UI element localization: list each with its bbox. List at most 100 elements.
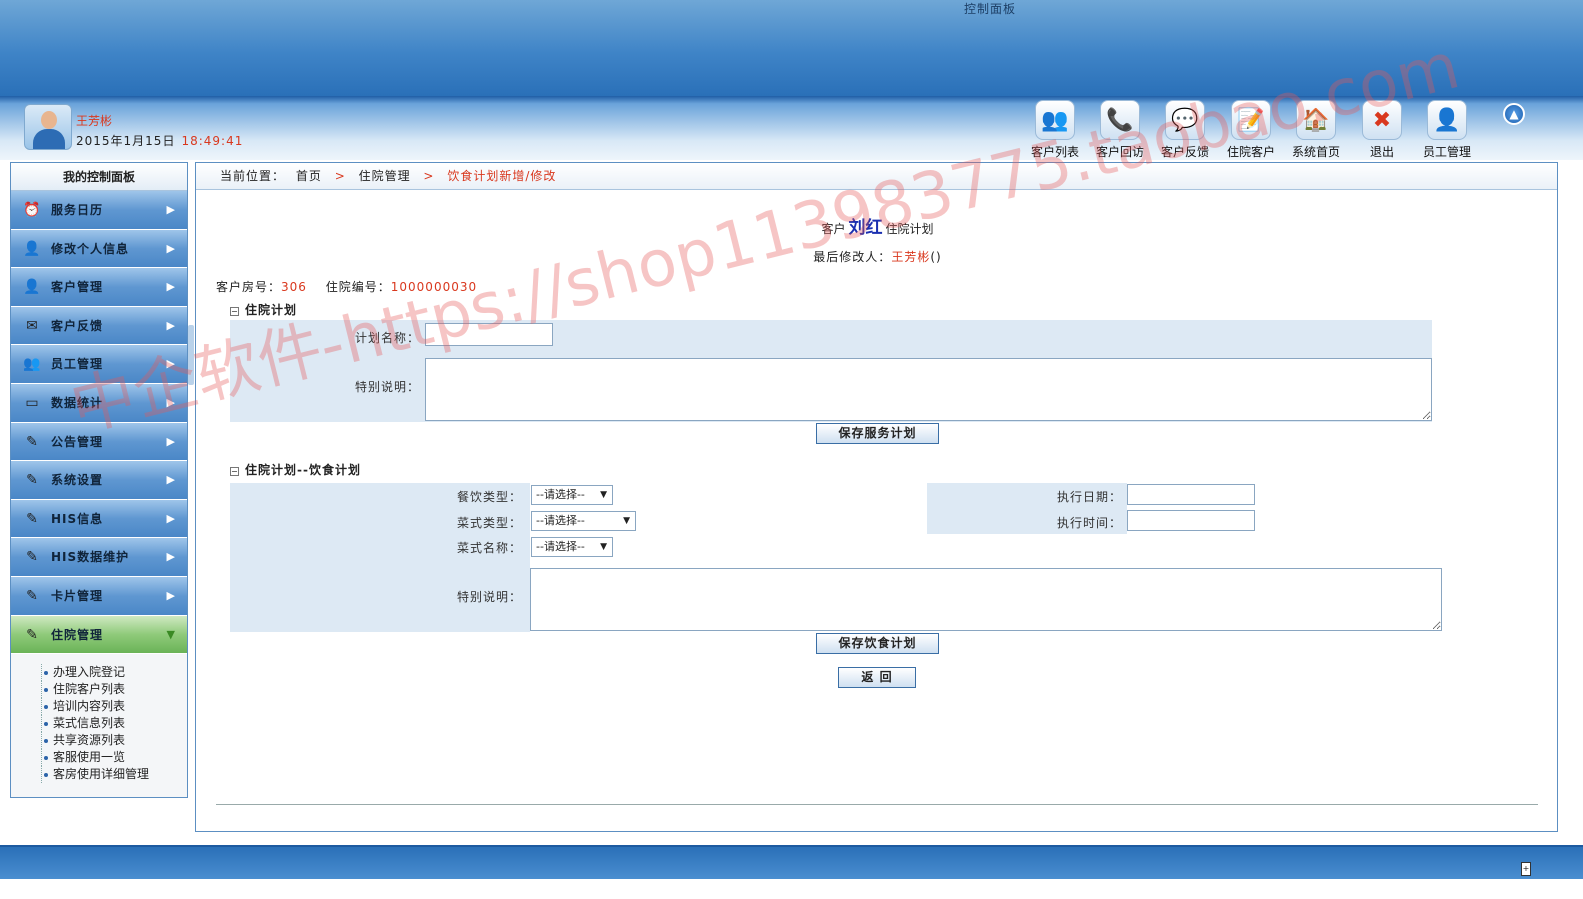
sidebar-item-label: 服务日历: [51, 203, 104, 217]
toolbar-exit-button[interactable]: ✖ 退出: [1350, 100, 1414, 160]
page-title: 客户 刘红 住院计划: [196, 213, 1559, 238]
collapse-icon: −: [230, 307, 239, 316]
banner-title: 控制面板: [963, 2, 1016, 16]
divider: [216, 804, 1538, 805]
toolbar-label: 客户反馈: [1160, 145, 1209, 159]
exec-time-input[interactable]: [1127, 510, 1255, 531]
diet-note-textarea[interactable]: [530, 568, 1442, 631]
exec-time-label: 执行时间：: [1056, 516, 1122, 530]
sidebar-item-customer-management[interactable]: 👤 客户管理 ▶: [11, 268, 187, 307]
sidebar-item-customer-feedback[interactable]: ✉ 客户反馈 ▶: [11, 306, 187, 346]
dish-type-select[interactable]: --请选择-- ▼: [531, 511, 636, 531]
plan-section-header[interactable]: − 住院计划: [230, 301, 297, 318]
inpatient-icon: 📝: [1231, 100, 1271, 140]
toolbar-inpatient-button[interactable]: 📝 住院客户: [1219, 100, 1283, 160]
room-number: 306: [281, 280, 307, 294]
sidebar-item-label: 数据统计: [51, 395, 104, 410]
plan-name-label: 计划名称：: [354, 331, 420, 345]
chevron-right-icon: ▶: [166, 280, 175, 294]
dish-type-label: 菜式类型：: [456, 516, 522, 530]
submenu-item-service-usage[interactable]: 客服使用一览: [41, 749, 187, 767]
sidebar-item-his-maintenance[interactable]: ✎ HIS数据维护 ▶: [11, 538, 187, 577]
toolbar-feedback-button[interactable]: 💬 客户反馈: [1153, 100, 1217, 160]
toolbar-home-button[interactable]: 🏠 系统首页: [1284, 100, 1348, 160]
breadcrumb-section[interactable]: 住院管理: [359, 169, 411, 183]
submenu-item-inpatient-list[interactable]: 住院客户列表: [41, 681, 187, 699]
sidebar-item-label: 系统设置: [51, 473, 104, 488]
sidebar-item-notice-management[interactable]: ✎ 公告管理 ▶: [11, 422, 187, 462]
toolbar-staff-button[interactable]: 👤 员工管理: [1415, 100, 1479, 160]
feedback-icon: ✉: [26, 317, 38, 334]
sidebar-item-edit-profile[interactable]: 👤 修改个人信息 ▶: [11, 229, 187, 269]
meal-type-select[interactable]: --请选择-- ▼: [531, 485, 613, 505]
title-prefix: 客户: [821, 222, 846, 236]
settings-icon: ✎: [26, 472, 38, 489]
breadcrumb-separator: >: [423, 169, 435, 183]
dish-name-label: 菜式名称：: [456, 541, 522, 555]
footer-bar: [0, 845, 1583, 879]
feedback-icon: 💬: [1165, 100, 1205, 140]
notice-icon: ✎: [26, 433, 38, 450]
sidebar-item-hospital-management[interactable]: ✎ 住院管理 ▼: [11, 615, 187, 655]
toolbar-label: 员工管理: [1422, 145, 1471, 159]
toolbar-customer-list-button[interactable]: 👥 客户列表: [1023, 100, 1087, 160]
user-edit-icon: 👤: [23, 240, 41, 257]
submenu-item-training-list[interactable]: 培训内容列表: [41, 698, 187, 716]
exec-date-input[interactable]: [1127, 484, 1255, 505]
title-suffix: 住院计划: [885, 222, 934, 236]
staff-icon: 👥: [23, 356, 41, 373]
toolbar-label: 客户回访: [1095, 145, 1144, 159]
sidebar: 我的控制面板 ⏰ 服务日历 ▶ 👤 修改个人信息 ▶ 👤 客户管理 ▶ ✉ 客户反馈 ▶ 👥 员工…: [10, 162, 188, 798]
chevron-right-icon: ▶: [166, 203, 175, 216]
dish-type-value: --请选择--: [536, 514, 585, 527]
chevron-right-icon: ▶: [166, 241, 175, 255]
customer-icon: 👤: [23, 279, 41, 296]
submenu-item-dish-list[interactable]: 菜式信息列表: [41, 715, 187, 733]
back-button[interactable]: 返 回: [838, 667, 916, 688]
chevron-right-icon: ▶: [166, 357, 175, 371]
plan-section-title: 住院计划: [245, 303, 298, 317]
revisit-icon: 📞: [1100, 100, 1140, 140]
save-diet-plan-button[interactable]: 保存饮食计划: [816, 633, 939, 654]
chevron-down-icon: ▼: [623, 516, 630, 526]
chevron-right-icon: ▶: [166, 434, 175, 448]
customer-name: 刘红: [848, 218, 883, 238]
toolbar-label: 住院客户: [1226, 145, 1275, 159]
save-service-plan-button[interactable]: 保存服务计划: [816, 423, 939, 444]
dish-name-select[interactable]: --请选择-- ▼: [531, 537, 613, 557]
sidebar-item-service-calendar[interactable]: ⏰ 服务日历 ▶: [11, 191, 187, 230]
toolbar-label: 客户列表: [1030, 145, 1079, 159]
his-maintain-icon: ✎: [26, 549, 38, 566]
room-info: 客户房号：306 住院编号：1000000030: [216, 278, 477, 295]
sidebar-item-label: 住院管理: [51, 627, 104, 642]
collapse-icon: −: [230, 467, 239, 476]
sidebar-item-label: 修改个人信息: [51, 241, 130, 256]
sidebar-item-staff-management[interactable]: 👥 员工管理 ▶: [11, 345, 187, 384]
plan-name-input[interactable]: [425, 323, 553, 346]
sidebar-item-his-info[interactable]: ✎ HIS信息 ▶: [11, 499, 187, 539]
resize-icon[interactable]: +: [1521, 862, 1531, 876]
user-name: 王芳彬: [76, 114, 113, 128]
sidebar-item-label: 客户管理: [51, 280, 104, 295]
breadcrumb-home[interactable]: 首页: [296, 169, 322, 183]
diet-section-header[interactable]: − 住院计划--饮食计划: [230, 461, 361, 478]
submenu-item-room-usage[interactable]: 客房使用详细管理: [41, 766, 187, 784]
plan-note-label: 特别说明：: [354, 380, 420, 394]
breadcrumb-separator: >: [334, 169, 346, 183]
chevron-right-icon: ▶: [166, 511, 175, 525]
sidebar-item-statistics[interactable]: ▭ 数据统计 ▶: [11, 383, 187, 423]
sidebar-splitter[interactable]: [188, 325, 194, 385]
diet-form-panel-left: [230, 483, 530, 632]
sidebar-item-label: 卡片管理: [51, 588, 104, 603]
sidebar-item-card-management[interactable]: ✎ 卡片管理 ▶: [11, 576, 187, 616]
staff-icon: 👤: [1427, 100, 1467, 140]
clock-icon: ⏰: [23, 202, 41, 218]
submenu-item-shared-resources[interactable]: 共享资源列表: [41, 732, 187, 750]
scroll-up-icon[interactable]: ▲: [1503, 103, 1525, 125]
sidebar-item-system-settings[interactable]: ✎ 系统设置 ▶: [11, 461, 187, 500]
hospital-icon: ✎: [26, 626, 38, 643]
toolbar-revisit-button[interactable]: 📞 客户回访: [1088, 100, 1152, 160]
modifier-suffix: (): [930, 250, 942, 264]
submenu-item-admission-registration[interactable]: 办理入院登记: [41, 664, 187, 682]
plan-note-textarea[interactable]: [425, 358, 1432, 421]
